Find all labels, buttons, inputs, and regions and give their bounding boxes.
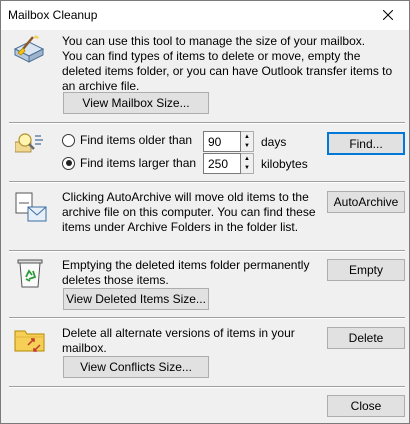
larger-unit-label: kilobytes [261, 157, 308, 171]
view-deleted-items-size-button[interactable]: View Deleted Items Size... [63, 288, 209, 310]
spin-down-icon[interactable]: ▼ [241, 164, 253, 174]
divider [9, 386, 405, 388]
empty-button[interactable]: Empty [327, 259, 405, 281]
conflicts-folder-icon [14, 325, 46, 353]
find-older-option[interactable]: Find items older than [62, 133, 192, 147]
autoarchive-description: Clicking AutoArchive will move old items… [62, 190, 316, 234]
mailbox-broom-icon [11, 35, 47, 65]
autoarchive-icon [14, 191, 48, 225]
divider [9, 317, 405, 319]
close-icon[interactable] [371, 1, 405, 29]
autoarchive-button[interactable]: AutoArchive [327, 191, 405, 213]
find-items-icon [14, 132, 45, 156]
delete-button[interactable]: Delete [327, 327, 405, 349]
find-larger-option[interactable]: Find items larger than [62, 156, 196, 170]
find-button[interactable]: Find... [327, 132, 405, 155]
view-mailbox-size-button[interactable]: View Mailbox Size... [63, 92, 209, 114]
divider [9, 250, 405, 252]
larger-kb-input[interactable]: 250 [203, 153, 241, 174]
find-older-label: Find items older than [80, 133, 193, 147]
larger-kb-stepper[interactable]: 250 ▲ ▼ [203, 153, 254, 174]
older-unit-label: days [261, 135, 287, 149]
spin-down-icon[interactable]: ▼ [241, 142, 253, 152]
divider [9, 181, 405, 183]
find-larger-radio[interactable] [62, 156, 75, 170]
spin-up-icon[interactable]: ▲ [241, 154, 253, 164]
older-days-input[interactable]: 90 [203, 131, 241, 152]
mailbox-cleanup-dialog: Mailbox Cleanup You can use this tool to… [0, 0, 410, 424]
close-button[interactable]: Close [327, 395, 405, 417]
spin-up-icon[interactable]: ▲ [241, 132, 253, 142]
mailbox-size-description-2: You can find types of items to delete or… [62, 49, 393, 93]
view-conflicts-size-button[interactable]: View Conflicts Size... [63, 356, 209, 378]
divider [9, 122, 405, 124]
deleted-items-description: Emptying the deleted items folder perman… [62, 258, 310, 287]
conflicts-description: Delete all alternate versions of items i… [62, 326, 295, 355]
recycle-bin-icon [16, 257, 44, 289]
dialog-title: Mailbox Cleanup [8, 8, 98, 22]
find-older-radio[interactable] [62, 133, 75, 147]
mailbox-size-description: You can use this tool to manage the size… [62, 34, 366, 48]
older-days-stepper[interactable]: 90 ▲ ▼ [203, 131, 254, 152]
find-larger-label: Find items larger than [80, 156, 197, 170]
title-bar: Mailbox Cleanup [1, 1, 409, 30]
